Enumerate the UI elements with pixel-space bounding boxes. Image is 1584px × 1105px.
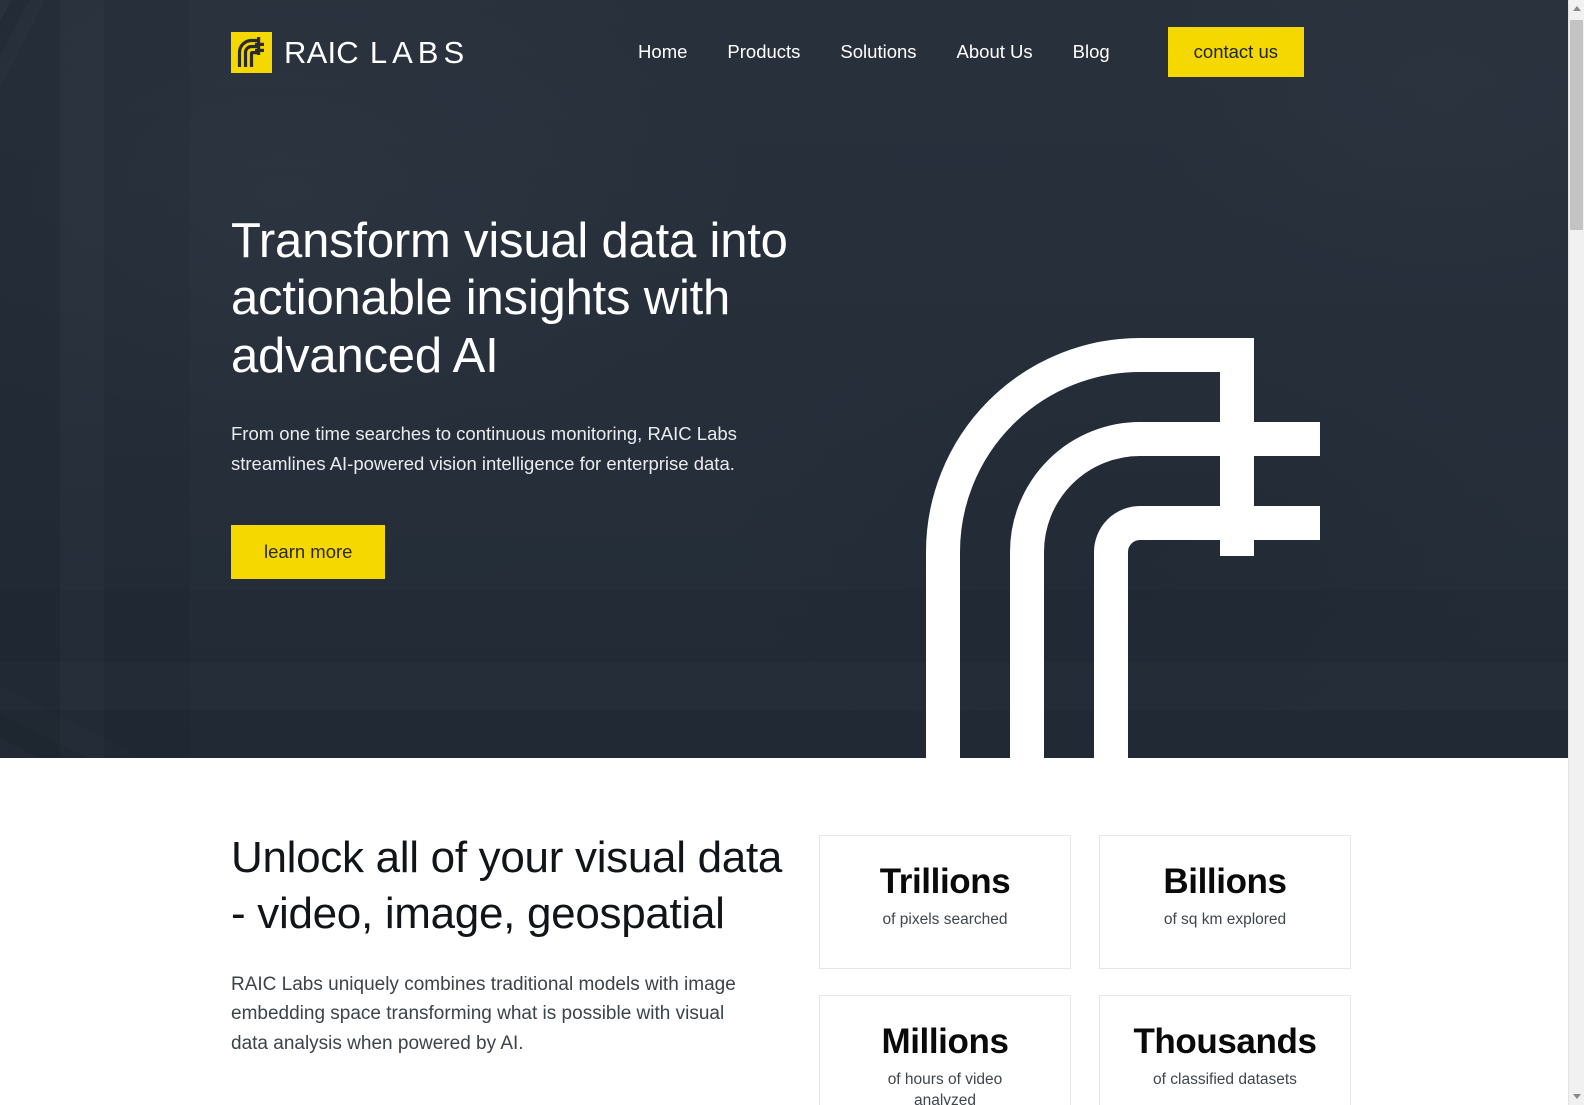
hero-subtitle: From one time searches to continuous mon… bbox=[231, 422, 737, 474]
stats-grid: Trillions of pixels searched Billions of… bbox=[819, 835, 1351, 1105]
stat-label: of sq km explored bbox=[1163, 911, 1287, 929]
main-navigation: Home Products Solutions About Us Blog co… bbox=[618, 26, 1304, 78]
unlock-title: Unlock all of your visual data - video, … bbox=[231, 833, 783, 938]
scrollbar-thumb[interactable] bbox=[1570, 20, 1583, 230]
stat-card: Trillions of pixels searched bbox=[819, 835, 1071, 969]
unlock-body-text: RAIC Labs uniquely combines traditional … bbox=[231, 973, 736, 1054]
nav-link-about-us[interactable]: About Us bbox=[937, 31, 1053, 73]
nav-link-products[interactable]: Products bbox=[707, 31, 820, 73]
nav-link-solutions[interactable]: Solutions bbox=[820, 31, 936, 73]
brand-name-labs: LABS bbox=[369, 34, 470, 70]
stat-card: Millions of hours of video analyzed bbox=[819, 995, 1071, 1105]
raic-labs-brandmark-icon bbox=[231, 31, 272, 73]
site-header: RAIC LABS Home Products Solutions About … bbox=[0, 0, 1568, 104]
browser-viewport: RAIC LABS Home Products Solutions About … bbox=[0, 0, 1584, 1105]
stat-value: Millions bbox=[881, 1022, 1009, 1061]
stat-label: of classified datasets bbox=[1153, 1071, 1297, 1089]
nav-link-home[interactable]: Home bbox=[618, 31, 707, 73]
page-content: RAIC LABS Home Products Solutions About … bbox=[0, 0, 1568, 1105]
scroll-down-arrow-icon bbox=[1572, 1094, 1581, 1099]
stat-card: Billions of sq km explored bbox=[1099, 835, 1351, 969]
stat-value: Thousands bbox=[1133, 1022, 1317, 1061]
hero-content: Transform visual data into actionable in… bbox=[231, 213, 871, 580]
unlock-section: Unlock all of your visual data - video, … bbox=[0, 758, 1568, 1105]
contact-us-button[interactable]: contact us bbox=[1167, 26, 1304, 78]
hero-section: RAIC LABS Home Products Solutions About … bbox=[0, 0, 1568, 758]
stat-label: of pixels searched bbox=[882, 911, 1008, 929]
stat-value: Trillions bbox=[879, 862, 1011, 901]
scroll-up-arrow-icon bbox=[1572, 6, 1581, 11]
stat-card: Thousands of classified datasets bbox=[1099, 995, 1351, 1105]
scroll-up-button[interactable] bbox=[1569, 0, 1584, 17]
stat-label: of hours of video analyzed bbox=[887, 1071, 1003, 1105]
brandmark-glyph-icon bbox=[231, 31, 272, 73]
vertical-scrollbar[interactable] bbox=[1568, 0, 1584, 1105]
nav-link-blog[interactable]: Blog bbox=[1053, 31, 1130, 73]
brand-logo-link[interactable]: RAIC LABS bbox=[231, 31, 469, 73]
scroll-down-button[interactable] bbox=[1569, 1088, 1584, 1105]
brand-wordmark: RAIC LABS bbox=[284, 37, 469, 68]
hero-title: Transform visual data into actionable in… bbox=[231, 214, 788, 383]
learn-more-button[interactable]: learn more bbox=[231, 524, 386, 580]
stat-value: Billions bbox=[1163, 862, 1287, 901]
unlock-text-column: Unlock all of your visual data - video, … bbox=[231, 830, 796, 1105]
brand-name-raic: RAIC bbox=[284, 34, 359, 70]
